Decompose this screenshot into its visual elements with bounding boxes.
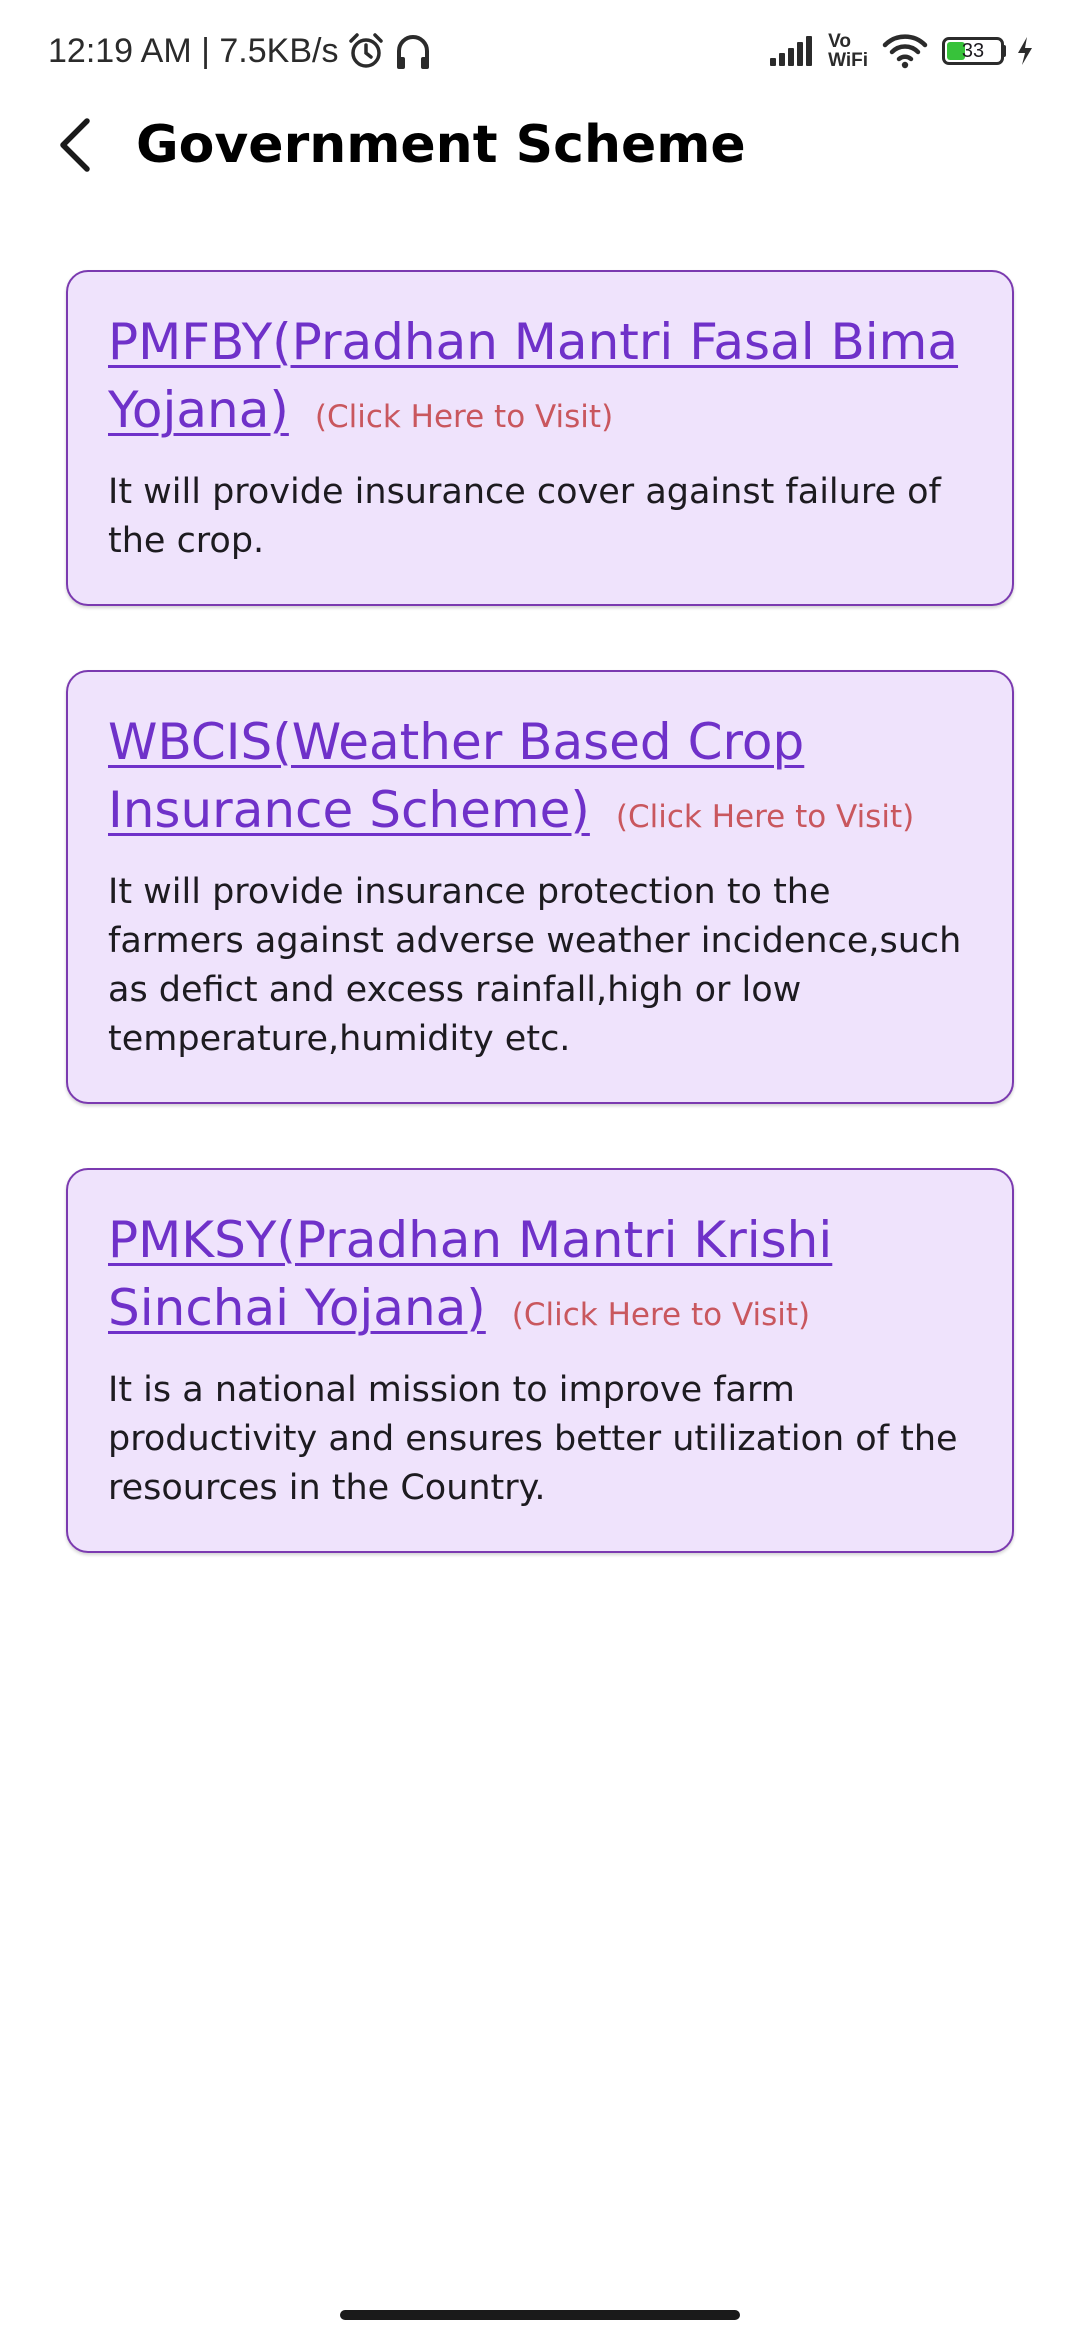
status-bar: 12:19 AM | 7.5KB/s Vo WiFi 33	[0, 0, 1080, 100]
scheme-description: It is a national mission to improve farm…	[108, 1370, 958, 1508]
scheme-card-wbcis: WBCIS(Weather Based Crop Insurance Schem…	[66, 670, 1014, 1104]
visit-link[interactable]: (Click Here to Visit)	[512, 1297, 810, 1333]
wifi-icon	[882, 33, 928, 69]
scheme-card-pmfby: PMFBY(Pradhan Mantri Fasal Bima Yojana)(…	[66, 270, 1014, 606]
vowifi-bottom: WiFi	[828, 50, 868, 71]
battery-group: 33	[942, 36, 1034, 66]
app-bar: Government Scheme	[0, 100, 1080, 190]
scheme-card-pmksy: PMKSY(Pradhan Mantri Krishi Sinchai Yoja…	[66, 1168, 1014, 1553]
battery-icon: 33	[942, 37, 1004, 65]
signal-icon	[768, 34, 814, 68]
home-indicator[interactable]	[340, 2310, 740, 2320]
scheme-card-header: WBCIS(Weather Based Crop Insurance Schem…	[108, 708, 972, 844]
back-button[interactable]	[40, 110, 110, 180]
charging-icon	[1016, 36, 1034, 66]
arrow-back-icon	[60, 118, 90, 172]
scheme-list: PMFBY(Pradhan Mantri Fasal Bima Yojana)(…	[66, 270, 1014, 1617]
headphones-icon	[394, 31, 432, 71]
scheme-card-header: PMFBY(Pradhan Mantri Fasal Bima Yojana)(…	[108, 308, 972, 444]
battery-level: 33	[961, 40, 985, 62]
page-title: Government Scheme	[136, 115, 746, 175]
scheme-description: It will provide insurance cover against …	[108, 472, 941, 561]
status-left: 12:19 AM | 7.5KB/s	[48, 24, 432, 78]
vowifi-indicator: Vo WiFi	[828, 32, 868, 70]
status-right: Vo WiFi 33	[768, 24, 1034, 78]
vowifi-top: Vo	[828, 31, 851, 52]
alarm-icon	[346, 31, 386, 71]
scheme-description: It will provide insurance protection to …	[108, 872, 962, 1059]
visit-link[interactable]: (Click Here to Visit)	[315, 399, 613, 435]
visit-link[interactable]: (Click Here to Visit)	[616, 799, 914, 835]
scheme-card-header: PMKSY(Pradhan Mantri Krishi Sinchai Yoja…	[108, 1206, 972, 1342]
status-time: 12:19 AM | 7.5KB/s	[48, 31, 339, 70]
